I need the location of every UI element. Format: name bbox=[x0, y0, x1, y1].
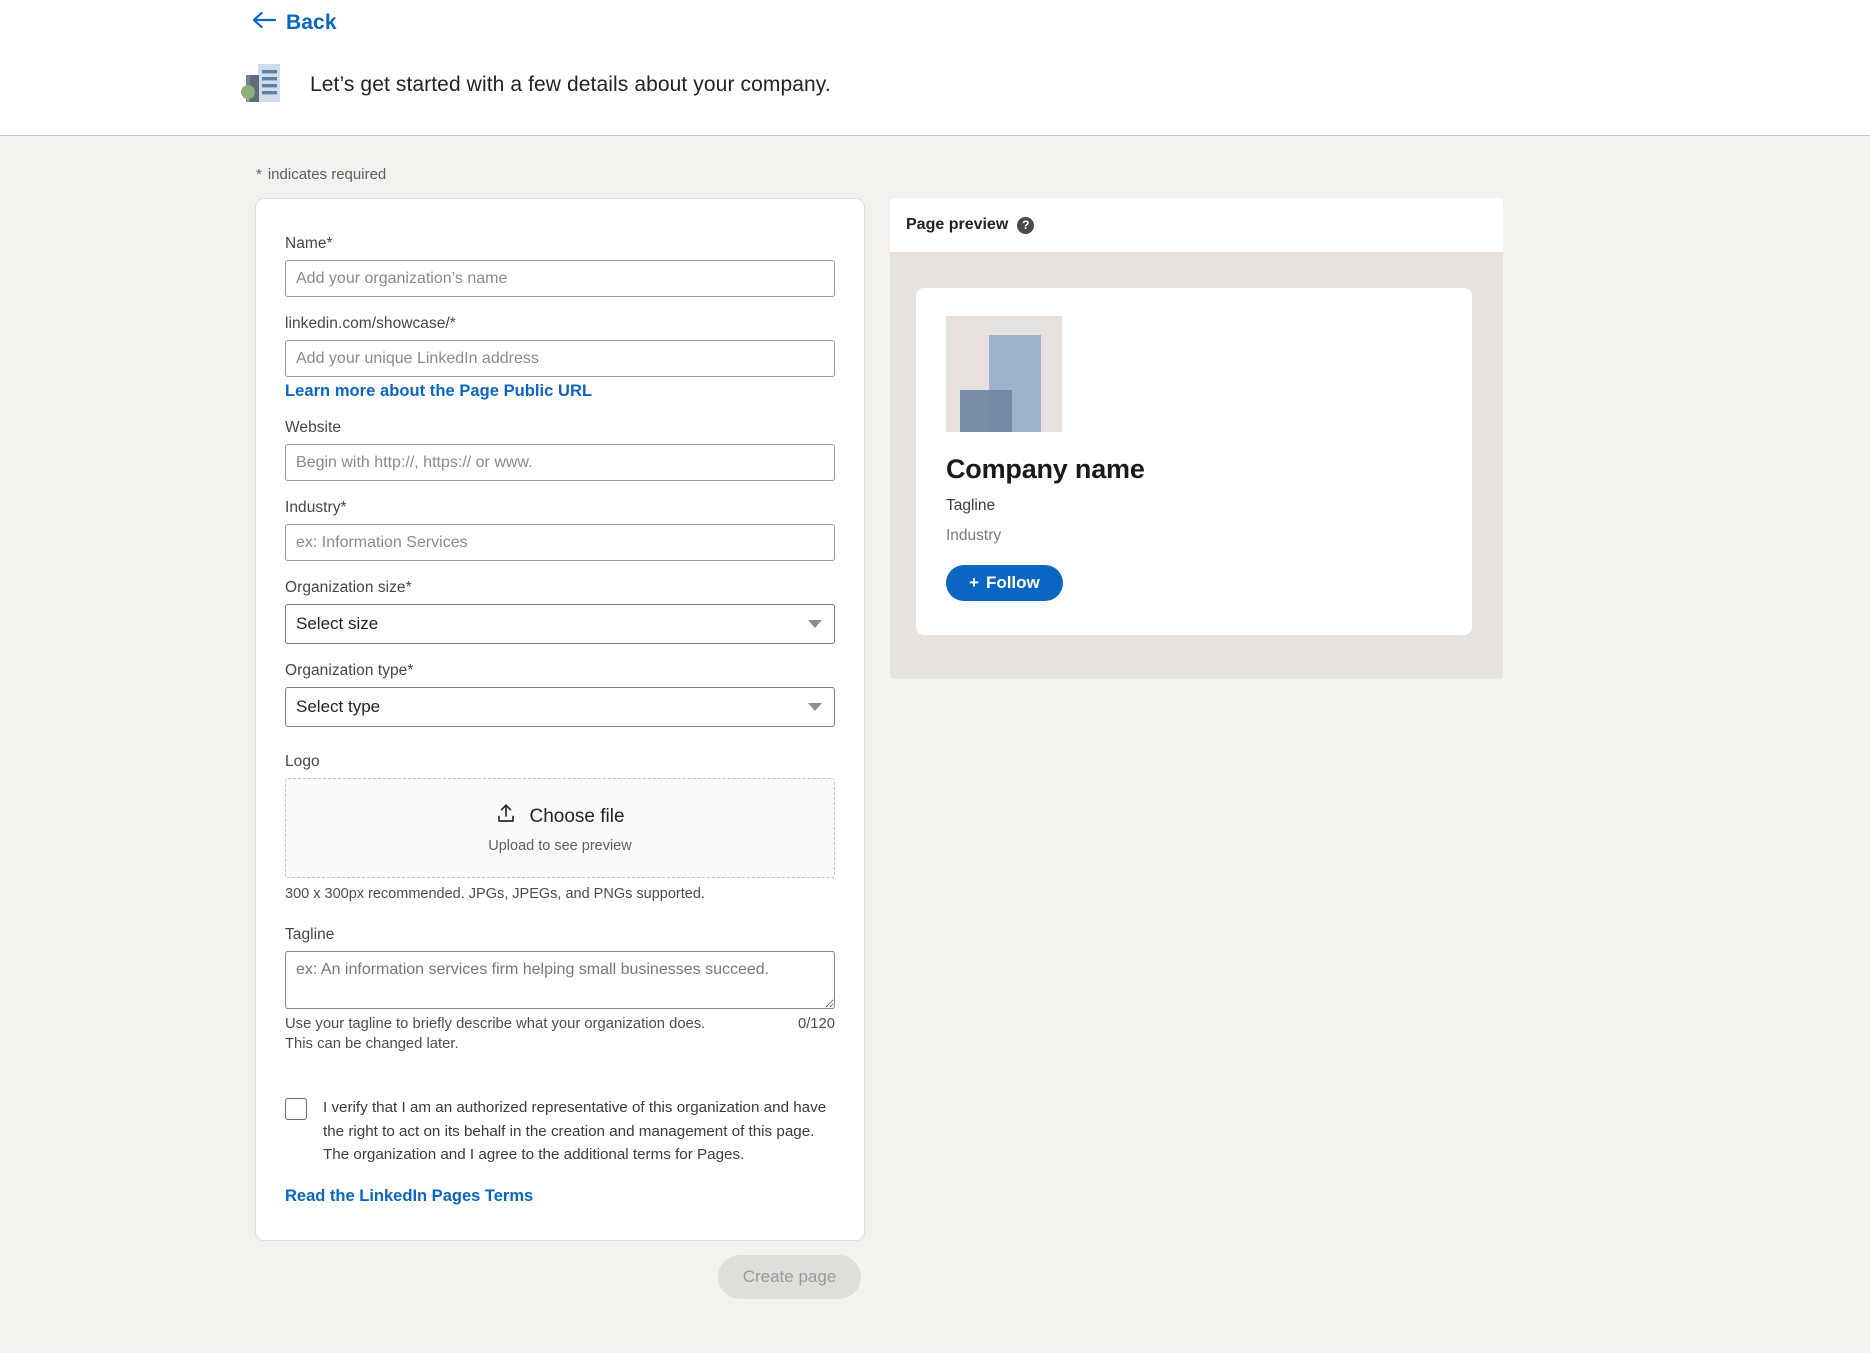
field-organization-size: Organization size* Select size bbox=[285, 579, 835, 644]
organization-size-select-wrap: Select size bbox=[285, 604, 835, 644]
website-input[interactable] bbox=[285, 444, 835, 481]
field-public-url: linkedin.com/showcase/* Learn more about… bbox=[285, 315, 835, 401]
choose-file-label: Choose file bbox=[529, 806, 624, 828]
required-note-label: indicates required bbox=[268, 166, 386, 183]
placeholder-shape-short bbox=[960, 390, 1012, 432]
page-title: Let’s get started with a few details abo… bbox=[310, 73, 831, 97]
organization-type-select-wrap: Select type bbox=[285, 687, 835, 727]
field-public-url-label: linkedin.com/showcase/* bbox=[285, 315, 835, 333]
field-logo: Logo Choose file Upload to see preview 3… bbox=[285, 753, 835, 902]
arrow-left-icon bbox=[251, 10, 277, 36]
image-placeholder-icon bbox=[946, 316, 1062, 432]
help-circle-icon[interactable]: ? bbox=[1017, 217, 1034, 234]
industry-input[interactable] bbox=[285, 524, 835, 561]
field-website-label: Website bbox=[285, 419, 835, 437]
verify-checkbox-label: I verify that I am an authorized represe… bbox=[323, 1096, 835, 1167]
company-building-icon bbox=[238, 58, 286, 111]
organization-type-value: Select type bbox=[296, 697, 380, 717]
page-preview-panel: Page preview ? Company name Tagline Indu… bbox=[890, 198, 1503, 679]
field-organization-size-label: Organization size* bbox=[285, 579, 835, 597]
logo-helper-text: 300 x 300px recommended. JPGs, JPEGs, an… bbox=[285, 886, 835, 902]
preview-industry: Industry bbox=[946, 527, 1442, 545]
tagline-textarea[interactable] bbox=[285, 951, 835, 1009]
field-name-label: Name* bbox=[285, 235, 835, 253]
logo-upload-dropzone[interactable]: Choose file Upload to see preview bbox=[285, 778, 835, 878]
field-organization-type: Organization type* Select type bbox=[285, 662, 835, 727]
preview-tagline: Tagline bbox=[946, 497, 1442, 515]
public-url-input[interactable] bbox=[285, 340, 835, 377]
name-input[interactable] bbox=[285, 260, 835, 297]
page-preview-header: Page preview ? bbox=[890, 198, 1503, 252]
preview-company-name: Company name bbox=[946, 454, 1442, 485]
create-page-button[interactable]: Create page bbox=[718, 1255, 861, 1299]
organization-size-value: Select size bbox=[296, 614, 378, 634]
field-name: Name* bbox=[285, 235, 835, 297]
header-title-row: Let’s get started with a few details abo… bbox=[238, 58, 831, 111]
back-button[interactable]: Back bbox=[251, 10, 337, 36]
field-website: Website bbox=[285, 419, 835, 481]
tagline-footer: Use your tagline to briefly describe wha… bbox=[285, 1015, 835, 1054]
field-industry-label: Industry* bbox=[285, 499, 835, 517]
learn-more-public-url-link[interactable]: Learn more about the Page Public URL bbox=[285, 382, 592, 401]
page-preview-body: Company name Tagline Industry + Follow bbox=[890, 252, 1503, 679]
follow-button-label: Follow bbox=[986, 573, 1040, 593]
field-organization-type-label: Organization type* bbox=[285, 662, 835, 680]
field-industry: Industry* bbox=[285, 499, 835, 561]
plus-icon: + bbox=[969, 573, 979, 593]
required-indicator-note: * indicates required bbox=[256, 166, 386, 183]
choose-file-row: Choose file bbox=[495, 803, 624, 831]
required-star: * bbox=[256, 166, 262, 183]
verify-checkbox[interactable] bbox=[285, 1098, 307, 1120]
verify-representative-row: I verify that I am an authorized represe… bbox=[285, 1096, 835, 1167]
organization-details-form: Name* linkedin.com/showcase/* Learn more… bbox=[255, 198, 865, 1241]
upload-icon bbox=[495, 803, 517, 831]
main-content: * indicates required Name* linkedin.com/s… bbox=[0, 136, 1870, 1353]
back-button-label: Back bbox=[286, 11, 337, 35]
tagline-helper-text: Use your tagline to briefly describe wha… bbox=[285, 1015, 725, 1054]
upload-hint: Upload to see preview bbox=[488, 838, 631, 854]
field-tagline-label: Tagline bbox=[285, 926, 835, 944]
page-header: Back Let’s get started with a few detail… bbox=[0, 0, 1870, 136]
linkedin-pages-terms-link[interactable]: Read the LinkedIn Pages Terms bbox=[285, 1187, 533, 1206]
follow-button[interactable]: + Follow bbox=[946, 565, 1063, 601]
organization-type-select[interactable]: Select type bbox=[285, 687, 835, 727]
company-preview-card: Company name Tagline Industry + Follow bbox=[916, 288, 1472, 635]
page-preview-title: Page preview bbox=[906, 216, 1008, 234]
tagline-character-counter: 0/120 bbox=[798, 1015, 835, 1032]
field-tagline: Tagline Use your tagline to briefly desc… bbox=[285, 926, 835, 1054]
field-logo-label: Logo bbox=[285, 753, 835, 771]
organization-size-select[interactable]: Select size bbox=[285, 604, 835, 644]
